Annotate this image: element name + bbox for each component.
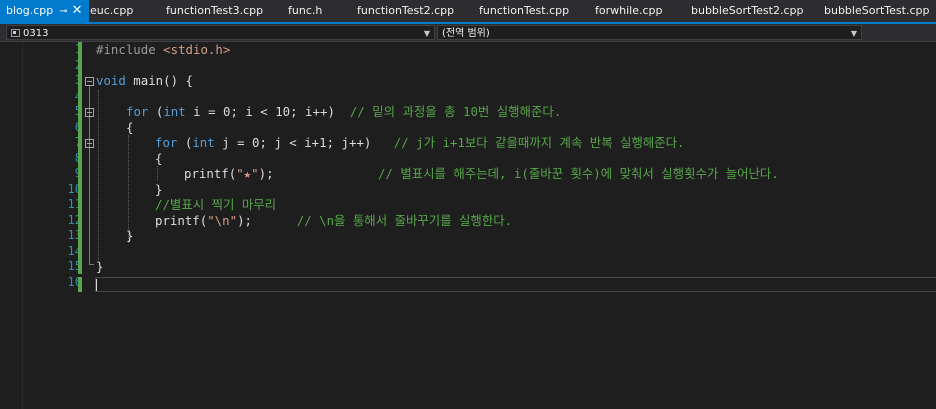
- line-number: 14: [67, 243, 82, 258]
- current-line-highlight: [95, 277, 936, 292]
- code-text: (: [177, 135, 193, 150]
- line-number: 3: [42, 73, 82, 89]
- tab-euc-cpp[interactable]: euc.cpp: [86, 0, 137, 22]
- code-text: {: [155, 150, 163, 166]
- code-line-6: {: [126, 120, 133, 136]
- tab-bubblesorttest-cpp[interactable]: bubbleSortTest.cpp: [820, 0, 933, 22]
- chevron-down-icon: ▼: [423, 29, 430, 38]
- code-text: {: [126, 119, 134, 135]
- code-text: }: [155, 181, 163, 197]
- code-text: );: [258, 166, 378, 181]
- line-number: 8: [42, 151, 82, 167]
- string-literal: "\n": [207, 212, 238, 228]
- line-number: 6: [42, 120, 82, 136]
- document-tab-strip: blog.cpp ⊸ ✕ euc.cpp functionTest3.cpp fun…: [0, 0, 936, 24]
- keyword: int: [192, 135, 215, 150]
- text-caret: [96, 279, 97, 291]
- code-line-7: for (int j = 0; j < i+1; j++) // j가 i+1보…: [155, 135, 685, 151]
- code-text: }: [126, 228, 134, 243]
- include-path: <stdio.h>: [163, 42, 231, 57]
- saved-changes-bar: [78, 277, 82, 292]
- indent-guide: [98, 90, 99, 260]
- tab-label: blog.cpp: [6, 4, 54, 17]
- navigation-bar: 0313 ▼ (전역 범위) ▼: [0, 24, 936, 42]
- tab-label: functionTest2.cpp: [357, 4, 455, 17]
- collapse-icon[interactable]: [85, 108, 94, 117]
- tab-bubblesorttest2-cpp[interactable]: bubbleSortTest2.cpp: [687, 0, 807, 22]
- line-number: 16: [67, 274, 82, 289]
- tab-label: euc.cpp: [90, 4, 134, 17]
- keyword: void: [96, 73, 126, 88]
- line-number: 12: [67, 212, 82, 227]
- tab-func-h[interactable]: func.h: [284, 0, 326, 22]
- outline-end: [89, 264, 94, 265]
- code-line-15: }: [96, 259, 103, 275]
- indicator-margin: [0, 42, 23, 409]
- preprocessor-directive: #include: [96, 42, 156, 57]
- tab-functiontest2-cpp[interactable]: functionTest2.cpp: [353, 0, 458, 22]
- code-line-3: void main() {: [96, 73, 193, 89]
- code-line-8: {: [155, 151, 162, 167]
- chevron-down-icon: ▼: [850, 29, 857, 38]
- code-line-13: }: [126, 228, 133, 244]
- comment: // 밑의 과정을 총 10번 실행해준다.: [349, 104, 562, 119]
- line-number: 11: [67, 197, 82, 211]
- indent-guide: [157, 166, 158, 181]
- keyword: int: [163, 104, 186, 119]
- indent-guide: [128, 135, 129, 243]
- comment: // j가 i+1보다 같을때까지 계속 반복 실행해준다.: [393, 135, 685, 150]
- tab-label: bubbleSortTest.cpp: [824, 4, 930, 17]
- line-number: 4: [42, 89, 82, 105]
- tab-label: func.h: [288, 4, 323, 17]
- function-signature: main() {: [125, 73, 193, 88]
- project-icon: [11, 29, 20, 37]
- code-text: i = 0; i < 10; i++): [185, 104, 350, 119]
- string-literal: "★": [236, 166, 259, 181]
- comment: // 별표시를 해주는데, i(줄바꾼 횟수)에 맞춰서 실행횟수가 늘어난다.: [377, 166, 779, 181]
- code-line-12: printf("\n"); // \n을 통해서 줄바꾸기를 실행한다.: [155, 213, 512, 229]
- code-line-5: for (int i = 0; i < 10; i++) // 밑의 과정을 총…: [126, 104, 561, 120]
- collapse-icon[interactable]: [85, 77, 94, 86]
- close-icon[interactable]: ✕: [72, 0, 83, 22]
- code-line-1: #include <stdio.h>: [96, 42, 230, 58]
- tab-forwhile-cpp[interactable]: forwhile.cpp: [591, 0, 666, 22]
- line-number: 7: [42, 135, 82, 151]
- saved-changes-bar: [78, 42, 82, 274]
- code-text: }: [96, 259, 104, 274]
- scope-label: (전역 범위): [442, 28, 490, 39]
- tab-label: functionTest3.cpp: [166, 4, 264, 17]
- line-number: 9: [42, 166, 82, 182]
- tab-functiontest3-cpp[interactable]: functionTest3.cpp: [162, 0, 267, 22]
- pin-icon[interactable]: ⊸: [59, 1, 67, 22]
- code-text: j = 0; j < i+1; j++): [214, 135, 394, 150]
- line-number: 10: [67, 181, 82, 196]
- tab-blog-cpp[interactable]: blog.cpp ⊸ ✕: [0, 0, 89, 22]
- line-number: 13: [67, 228, 82, 242]
- code-line-9: printf("★"); // 별표시를 해주는데, i(줄바꾼 횟수)에 맞춰…: [184, 166, 779, 182]
- comment: // \n을 통해서 줄바꾸기를 실행한다.: [296, 212, 513, 228]
- code-text: printf(: [155, 212, 208, 228]
- project-name: 0313: [23, 28, 49, 39]
- code-text: );: [237, 212, 297, 228]
- code-line-11: //별표시 찍기 마무리: [155, 197, 276, 213]
- tab-label: bubbleSortTest2.cpp: [691, 4, 804, 17]
- tab-functiontest-cpp[interactable]: functionTest.cpp: [475, 0, 573, 22]
- line-number: 1: [42, 42, 82, 58]
- collapse-icon[interactable]: [85, 139, 94, 148]
- comment: //별표시 찍기 마무리: [155, 197, 277, 212]
- code-text: printf(: [184, 166, 237, 181]
- scope-dropdown[interactable]: (전역 범위) ▼: [437, 25, 862, 40]
- keyword: for: [155, 135, 178, 150]
- line-number: 15: [67, 259, 82, 273]
- tab-label: forwhile.cpp: [595, 4, 663, 17]
- line-number: 5: [42, 104, 82, 120]
- code-editor[interactable]: 1 2 3 4 5 6 7 8 9 10 11 12 13 14 15 16 #…: [0, 42, 936, 409]
- line-number: 2: [42, 58, 82, 74]
- project-dropdown[interactable]: 0313 ▼: [6, 25, 435, 40]
- code-line-10: }: [155, 182, 162, 198]
- tab-label: functionTest.cpp: [479, 4, 570, 17]
- keyword: for: [126, 104, 149, 119]
- code-text: (: [148, 104, 164, 119]
